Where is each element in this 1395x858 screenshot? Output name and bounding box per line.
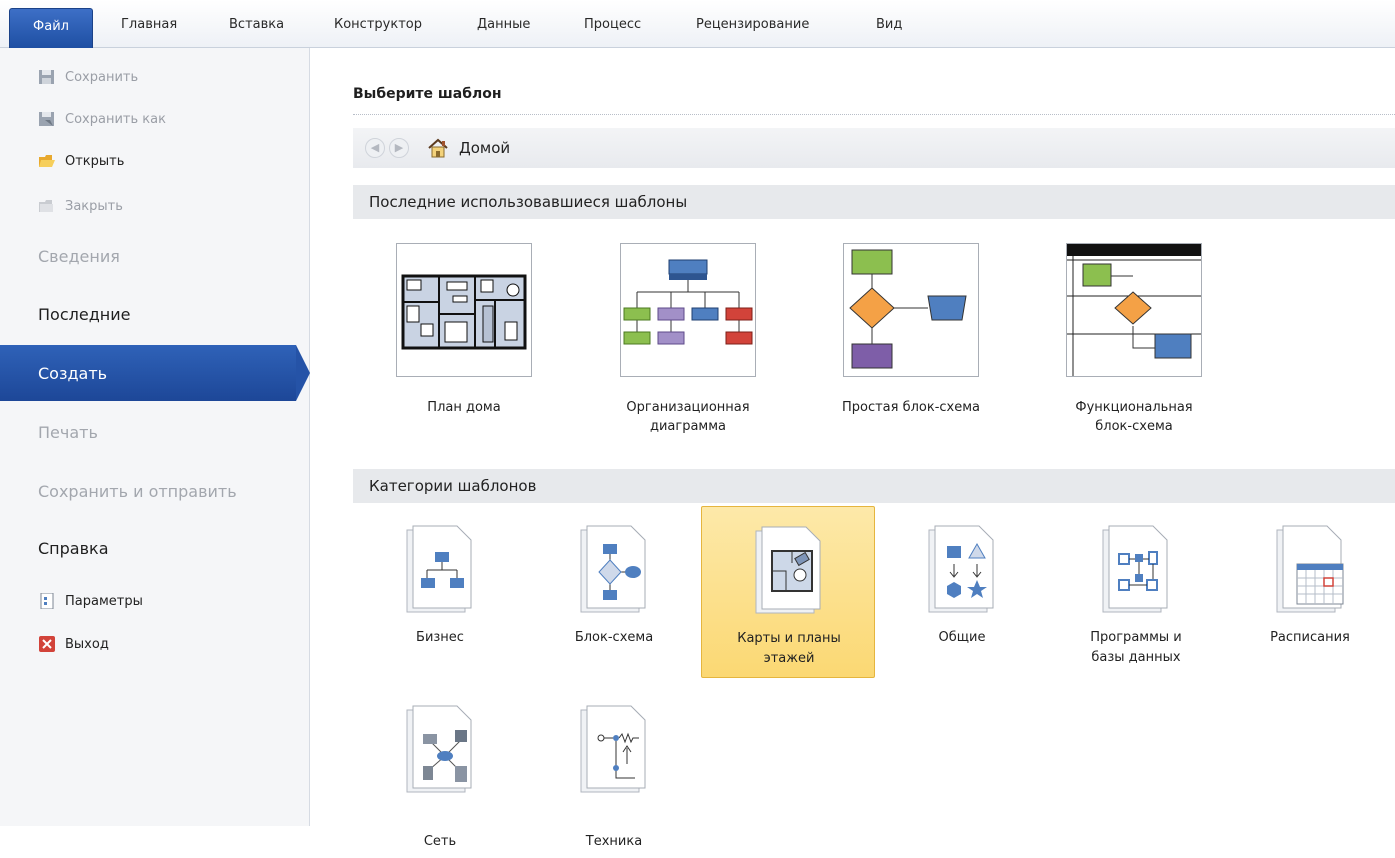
category-software-databases-caption: Программы и базы данных (1049, 628, 1223, 668)
divider (353, 114, 1395, 115)
maps-floor-plans-category-icon (755, 526, 821, 614)
recent-template-cross-functional-flowchart[interactable] (1066, 243, 1202, 377)
cross-functional-flowchart-thumbnail-icon (1067, 244, 1201, 376)
tab-process[interactable]: Процесс (584, 17, 641, 32)
floor-plan-thumbnail-icon (401, 274, 527, 350)
software-databases-category-icon (1102, 525, 1168, 613)
org-chart-thumbnail-icon (623, 259, 753, 345)
caption-line-1: Бизнес (416, 630, 464, 645)
caption-line-1: Сеть (423, 834, 457, 849)
open-folder-icon (38, 153, 56, 169)
save-icon (38, 69, 56, 85)
recent-template-cross-functional-flowchart-caption: Функциональная блок-схема (1034, 398, 1234, 436)
tab-review[interactable]: Рецензирование (696, 17, 809, 32)
page-title: Выберите шаблон (353, 86, 502, 102)
category-general[interactable]: Общие (875, 506, 1049, 678)
caption-line-1: План дома (427, 400, 501, 415)
category-engineering-caption: Техника (527, 832, 701, 852)
category-schedules[interactable]: Расписания (1223, 506, 1395, 678)
nav-print[interactable]: Печать (0, 404, 310, 460)
recent-template-org-chart-caption: Организационная диаграмма (588, 398, 788, 436)
nav-recent[interactable]: Последние (0, 286, 310, 342)
recent-template-org-chart[interactable] (620, 243, 756, 377)
nav-save-send[interactable]: Сохранить и отправить (0, 463, 310, 519)
recent-template-basic-flowchart[interactable] (843, 243, 979, 377)
template-categories-header: Категории шаблонов (353, 469, 1395, 503)
ribbon-tab-bar: Файл Главная Вставка Конструктор Данные … (0, 0, 1395, 48)
template-gallery: Выберите шаблон ◀ ▶ Домой Последние испо… (312, 48, 1395, 849)
caption-line-1: Организационная (626, 400, 750, 415)
exit-label: Выход (65, 636, 109, 652)
tab-view[interactable]: Вид (876, 17, 902, 32)
category-business[interactable]: Бизнес (353, 506, 527, 678)
save-as-command[interactable]: Сохранить как (38, 107, 166, 131)
tab-design[interactable]: Конструктор (334, 17, 422, 32)
general-category-icon (928, 525, 994, 613)
save-command[interactable]: Сохранить (38, 65, 138, 89)
exit-icon (38, 636, 56, 652)
home-link[interactable]: Домой (459, 139, 510, 157)
category-business-caption: Бизнес (353, 628, 527, 648)
caption-line-1: Техника (585, 834, 643, 849)
options-icon (38, 592, 56, 610)
back-arrow-icon[interactable]: ◀ (365, 138, 385, 158)
caption-line-1: Блок-схема (574, 630, 654, 645)
caption-line-2: базы данных (1091, 650, 1181, 665)
tab-home[interactable]: Главная (121, 17, 177, 32)
template-breadcrumb-bar: ◀ ▶ Домой (353, 128, 1395, 168)
nav-info[interactable]: Сведения (0, 228, 310, 284)
tab-insert[interactable]: Вставка (229, 17, 284, 32)
caption-line-1: Программы и (1090, 630, 1182, 645)
caption-line-2: этажей (763, 651, 815, 666)
nav-new-label: Создать (38, 363, 108, 383)
close-folder-icon (38, 198, 56, 214)
forward-arrow-icon[interactable]: ▶ (389, 138, 409, 158)
options-command[interactable]: Параметры (38, 589, 143, 613)
nav-new[interactable]: Создать (0, 345, 310, 401)
close-label: Закрыть (65, 198, 123, 214)
caption-line-2: блок-схема (1095, 419, 1173, 434)
open-command[interactable]: Открыть (38, 149, 124, 173)
category-flowchart[interactable]: Блок-схема (527, 506, 701, 678)
tab-data[interactable]: Данные (477, 17, 530, 32)
close-command[interactable]: Закрыть (38, 194, 123, 218)
basic-flowchart-thumbnail-icon (849, 249, 967, 369)
caption-line-1: Расписания (1270, 630, 1350, 645)
save-as-icon (38, 111, 56, 127)
recent-templates-header: Последние использовавшиеся шаблоны (353, 185, 1395, 219)
engineering-category-icon (580, 705, 646, 793)
recent-template-floor-plan-caption: План дома (364, 398, 564, 417)
save-label: Сохранить (65, 69, 139, 85)
schedules-category-icon (1276, 525, 1344, 613)
home-icon[interactable] (427, 138, 449, 158)
caption-line-1: Общие (938, 630, 986, 645)
business-category-icon (406, 525, 472, 613)
category-flowchart-caption: Блок-схема (527, 628, 701, 648)
category-network-caption: Сеть (353, 832, 527, 852)
save-as-label: Сохранить как (65, 111, 166, 127)
caption-line-1: Карты и планы (737, 631, 841, 646)
open-label: Открыть (65, 153, 125, 169)
tab-file[interactable]: Файл (9, 8, 93, 48)
category-schedules-caption: Расписания (1223, 628, 1395, 648)
exit-command[interactable]: Выход (38, 632, 109, 656)
caption-line-1: Простая блок-схема (841, 400, 981, 415)
category-engineering[interactable]: Техника (527, 686, 701, 858)
recent-template-floor-plan[interactable] (396, 243, 532, 377)
category-software-databases[interactable]: Программы и базы данных (1049, 506, 1223, 678)
options-label: Параметры (65, 593, 143, 609)
caption-line-1: Функциональная (1075, 400, 1193, 415)
recent-template-basic-flowchart-caption: Простая блок-схема (811, 398, 1011, 417)
nav-help[interactable]: Справка (0, 520, 310, 576)
category-maps-floor-plans-caption: Карты и планы этажей (702, 629, 876, 669)
network-category-icon (406, 705, 472, 793)
caption-line-2: диаграмма (649, 419, 727, 434)
flowchart-category-icon (580, 525, 646, 613)
backstage-nav: Сохранить Сохранить как Открыть Закрыть … (0, 48, 310, 826)
category-general-caption: Общие (875, 628, 1049, 648)
category-network[interactable]: Сеть (353, 686, 527, 858)
category-maps-floor-plans[interactable]: Карты и планы этажей (701, 506, 875, 678)
